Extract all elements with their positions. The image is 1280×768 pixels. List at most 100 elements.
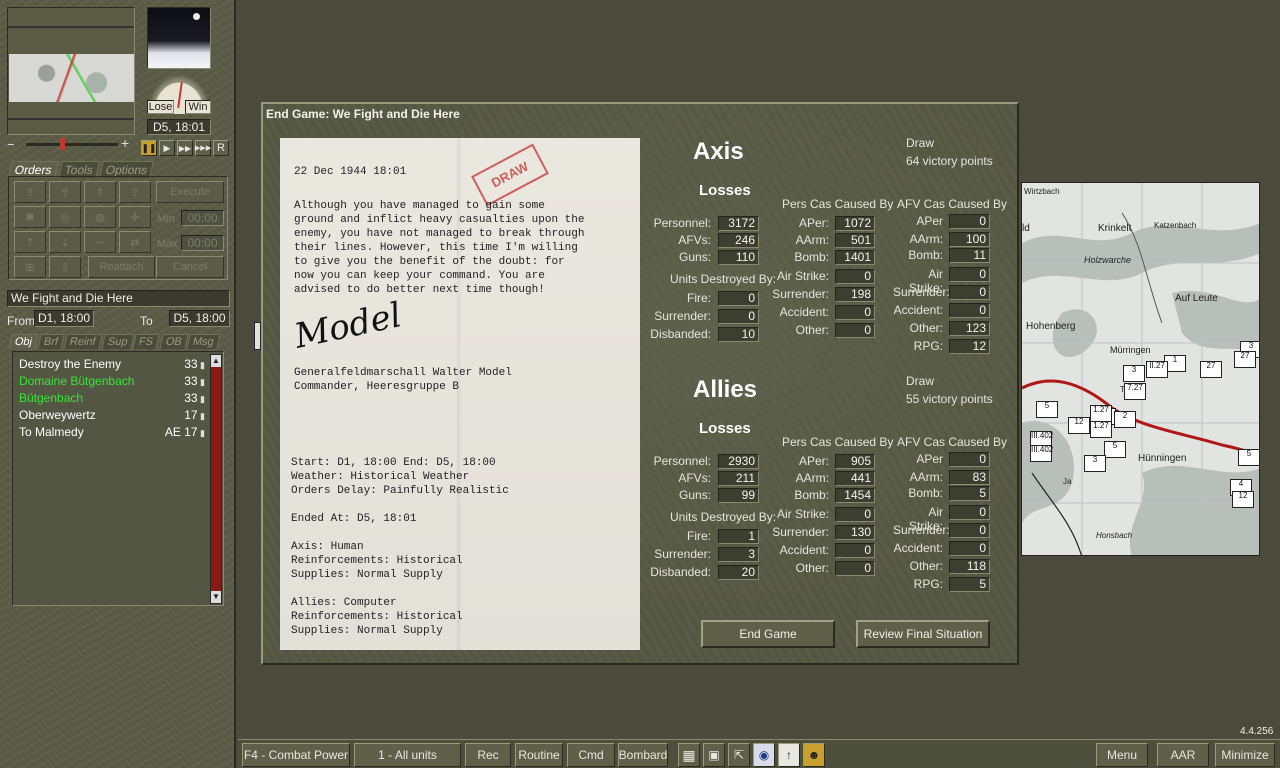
map-label: Hohenberg [1026,321,1076,332]
fast-forward-icon[interactable]: ▶▶ [177,140,193,156]
order-rest-icon[interactable]: — [84,231,116,253]
fastest-forward-icon[interactable]: ▶▶▶ [195,140,211,156]
tab-obj[interactable]: Obj [8,334,39,349]
allies-pers-label: Air Strike: [776,507,829,521]
reattach-button[interactable]: Reattach [88,256,155,278]
allies-pers-label: Other: [795,561,829,575]
minimize-button[interactable]: Minimize [1215,743,1275,767]
objective-points: 33 [184,373,198,388]
unit-counter[interactable]: 1.27 [1090,421,1112,438]
unit-counter[interactable]: 7.27 [1124,383,1146,400]
order-recon-icon[interactable]: ⊞ [14,256,46,278]
order-defend-icon[interactable]: ◙ [14,206,46,228]
allies-destroyed-value: 20 [718,565,759,580]
play-icon[interactable]: ▶ [159,140,175,156]
up-arrow-icon[interactable]: ↑ [778,743,800,767]
rec-button[interactable]: Rec [465,743,511,767]
bombard-button[interactable]: Bombard [618,743,668,767]
letter-body-2: ground and inflict heavy casualties upon… [294,214,585,226]
objectives-scrollbar[interactable]: ▲ ▼ [210,354,222,604]
unit-counter[interactable]: II.27 [1146,361,1168,378]
objective-row[interactable]: Domaine Bütgenbach 33 ▮ [15,372,209,389]
execute-button[interactable]: Execute [156,181,224,203]
axis-destroyed-value: 10 [718,327,759,342]
unit-counter[interactable]: 1.27 [1090,405,1112,422]
unit-counter[interactable]: 5 [1036,401,1058,418]
allies-afv-value: 5 [949,577,990,592]
unit-counter[interactable]: III.402 [1030,445,1053,462]
tab-brf[interactable]: Brf [37,334,65,349]
zoom-in-icon[interactable]: + [121,135,129,151]
gauge-lose-label: Lose [147,100,174,114]
tab-fs[interactable]: FS [132,334,161,349]
axis-afv-value: 0 [949,303,990,318]
objective-row[interactable]: Destroy the Enemy 33 ▮ [15,355,209,372]
allies-loss-label: AFVs: [678,471,711,485]
unit-counter[interactable]: 27 [1234,351,1256,368]
tab-msg[interactable]: Msg [186,334,221,349]
cancel-button[interactable]: Cancel [156,256,224,278]
allies-victory-points: 55 victory points [906,392,993,406]
unit-counter[interactable]: 27 [1200,361,1222,378]
order-support-icon[interactable]: ⇄ [119,231,151,253]
leader-icon[interactable]: ☻ [803,743,825,767]
cmd-button[interactable]: Cmd [567,743,615,767]
unit-counter[interactable]: 2 [1114,411,1136,428]
unit-counter[interactable]: 12 [1068,417,1090,434]
objective-row[interactable]: Bütgenbach 33 ▮ [15,389,209,406]
max-field[interactable]: 00:00 [181,235,224,251]
order-advance-icon[interactable]: ⇧ [119,181,151,203]
units-icon[interactable]: ▣ [703,743,725,767]
order-bombard-icon[interactable]: ⇡ [14,231,46,253]
minimap[interactable] [7,7,135,135]
order-probe-icon[interactable]: ⇑ [84,181,116,203]
unit-counter[interactable]: 5 [1104,441,1126,458]
zoom-slider[interactable] [26,143,118,146]
battle-map[interactable]: Wirtzbach ld Krinkelt Katzenbach Holzwar… [1021,182,1260,556]
unit-counter[interactable]: 5 [1238,449,1259,466]
allies-destroyed-value: 3 [718,547,759,562]
scroll-down-icon[interactable]: ▼ [211,591,221,603]
map-label: Krinkelt [1098,223,1132,234]
unit-counter[interactable]: 3 [1084,455,1106,472]
tab-ob[interactable]: OB [158,334,189,349]
scroll-up-icon[interactable]: ▲ [211,355,221,367]
all-units-button[interactable]: 1 - All units [354,743,461,767]
order-dig-icon[interactable]: ◍ [84,206,116,228]
unit-counter[interactable]: 3 [1123,365,1145,382]
objective-row[interactable]: Oberweywertz 17 ▮ [15,406,209,423]
allies-afv-value: 0 [949,523,990,538]
zoom-out-icon[interactable]: − [7,137,15,152]
arrow-icon[interactable]: ⇱ [728,743,750,767]
allies-afv-value: 0 [949,452,990,467]
target-icon[interactable]: ◉ [753,743,775,767]
menu-button[interactable]: Menu [1096,743,1148,767]
tab-sup[interactable]: Sup [101,334,135,349]
routine-button[interactable]: Routine [515,743,563,767]
review-final-situation-button[interactable]: Review Final Situation [856,620,990,648]
zoom-slider-thumb[interactable] [60,138,65,150]
allies-pers-value: 0 [835,561,875,576]
objective-name: Oberweywertz [19,407,96,422]
order-recovery-icon[interactable]: ⇩ [49,256,81,278]
allies-destroyed-label: Surrender: [654,547,711,561]
order-assault-icon[interactable]: ⇮ [49,181,81,203]
record-button[interactable]: R [213,140,229,156]
end-game-button[interactable]: End Game [701,620,835,648]
order-withdraw-icon[interactable]: ⇣ [49,231,81,253]
order-hold-icon[interactable]: ◎ [49,206,81,228]
unit-counter[interactable]: 12 [1232,491,1254,508]
combat-power-button[interactable]: F4 - Combat Power [242,743,350,767]
objective-row[interactable]: To Malmedy AE 17 ▮ [15,423,209,440]
axis-afv-label: RPG: [913,339,943,353]
tab-reinf[interactable]: Reinf [63,334,103,349]
order-fire-icon[interactable]: ✛ [119,206,151,228]
hex-grid-icon[interactable]: ▦ [678,743,700,767]
min-field[interactable]: 00:00 [181,210,224,226]
order-move-icon[interactable]: ⇧ [14,181,46,203]
allies-afv-value: 0 [949,505,990,520]
pause-icon[interactable]: ❚❚ [141,140,157,156]
aar-button[interactable]: AAR [1157,743,1209,767]
objective-flag-icon: ▮ [197,427,205,438]
allies-afv-label: Other: [909,559,943,573]
